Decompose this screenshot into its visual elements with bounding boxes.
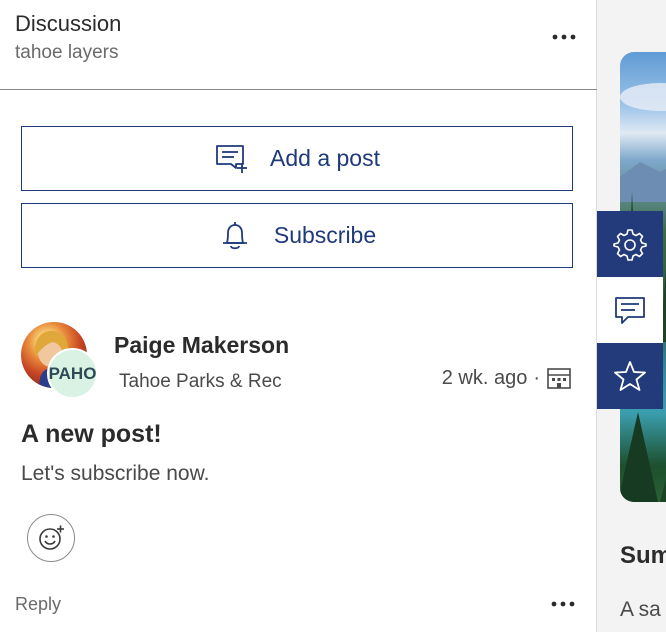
org-badge: PAHO [47,348,98,399]
subscribe-button[interactable]: Subscribe [21,203,573,268]
post-time: 2 wk. ago [441,366,528,389]
discussion-tool-button[interactable] [597,277,663,343]
post-more-button[interactable] [548,594,578,614]
author-org: Tahoe Parks & Rec [119,371,282,392]
add-post-button[interactable]: Add a post [21,126,573,191]
star-icon [614,361,646,391]
side-tool-strip [597,211,663,409]
comment-icon [615,297,645,324]
organization-building-icon [547,368,571,389]
gear-icon [613,229,647,261]
panel-subtitle: tahoe layers [15,42,119,63]
post-title: A new post! [21,420,162,448]
post-body: Let's subscribe now. [21,462,210,485]
header-more-button[interactable] [549,27,579,47]
author-name[interactable]: Paige Makerson [114,332,289,359]
discussion-panel: Discussion tahoe layers Add a post Subsc… [0,0,597,632]
settings-tool-button[interactable] [597,211,663,277]
add-post-label: Add a post [270,145,380,171]
side-card-text: A sa [620,598,661,621]
side-card-heading: Sum [620,542,666,569]
panel-title: Discussion [15,11,122,36]
post-meta: 2 wk. ago · [442,366,572,390]
app-root: Discussion tahoe layers Add a post Subsc… [0,0,666,632]
reply-link[interactable]: Reply [15,594,61,615]
bell-icon [222,221,247,249]
more-horizontal-icon [551,601,575,607]
add-reaction-button[interactable] [27,514,75,562]
panel-header: Discussion tahoe layers [0,0,597,90]
subscribe-label: Subscribe [273,222,377,248]
more-horizontal-icon [552,34,576,40]
meta-separator: · [533,366,540,389]
favorite-tool-button[interactable] [597,343,663,409]
add-comment-icon [216,144,248,173]
add-reaction-smiley-icon [39,525,64,550]
